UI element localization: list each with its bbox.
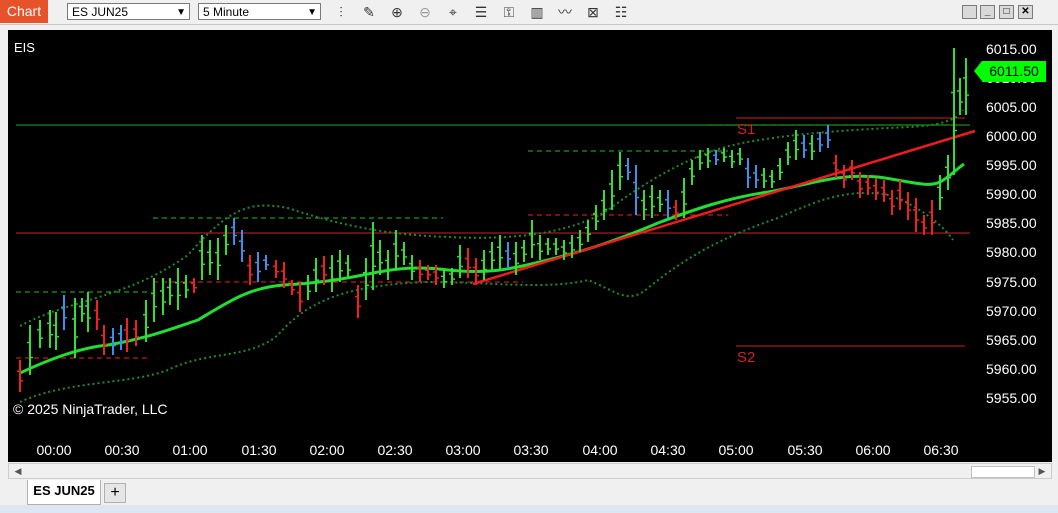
- time-tick: 01:00: [172, 442, 208, 458]
- instrument-value: ES JUN25: [72, 5, 129, 19]
- trend-icon[interactable]: 〰: [556, 3, 574, 21]
- price-tick: 5955.00: [986, 390, 1037, 406]
- price-tick: 5960.00: [986, 361, 1037, 377]
- time-tick: 02:00: [309, 442, 345, 458]
- price-chart-canvas: [16, 48, 976, 403]
- upper-band: [19, 109, 964, 327]
- price-tick: 5965.00: [986, 332, 1037, 348]
- chart-trader-icon[interactable]: ☷: [612, 3, 630, 21]
- restore-button[interactable]: [962, 5, 977, 19]
- add-tab-button[interactable]: +: [104, 483, 126, 503]
- status-strip: [0, 505, 1058, 513]
- time-tick: 02:30: [377, 442, 413, 458]
- time-tick: 01:30: [241, 442, 277, 458]
- time-tick: 05:00: [718, 442, 754, 458]
- price-tick: 5995.00: [986, 157, 1037, 173]
- maximize-button[interactable]: □: [999, 5, 1014, 19]
- time-tick: 03:30: [513, 442, 549, 458]
- price-tick: 5990.00: [986, 186, 1037, 202]
- price-tick: 5970.00: [986, 303, 1037, 319]
- zoom-out-icon[interactable]: ⊖: [416, 3, 434, 21]
- lower-band: [19, 191, 954, 403]
- minimize-button[interactable]: _: [980, 5, 995, 19]
- pencil-draw-icon[interactable]: ✎: [360, 3, 378, 21]
- price-bars: [17, 48, 969, 392]
- strategies-icon[interactable]: ▥: [528, 3, 546, 21]
- scroll-left-icon[interactable]: ◀: [11, 465, 25, 477]
- copyright-text: © 2025 NinjaTrader, LLC: [13, 401, 168, 417]
- interval-value: 5 Minute: [203, 5, 250, 19]
- horizontal-scrollbar[interactable]: ◀ ▶: [8, 463, 1052, 479]
- instrument-label: EIS: [14, 40, 35, 55]
- properties-icon[interactable]: ☰: [472, 3, 490, 21]
- scrollbar-thumb[interactable]: [971, 466, 1035, 478]
- crosshair-icon[interactable]: ⌖: [444, 3, 462, 21]
- price-tick: 6005.00: [986, 99, 1037, 115]
- s2-label: S2: [737, 349, 756, 366]
- time-tick: 00:30: [104, 442, 140, 458]
- indicators-icon[interactable]: ⚿: [500, 3, 518, 21]
- chevron-down-icon: ▼: [307, 7, 317, 18]
- templates-icon[interactable]: ⊠: [584, 3, 602, 21]
- price-tick: 6000.00: [986, 128, 1037, 144]
- time-tick: 06:30: [923, 442, 959, 458]
- scroll-right-icon[interactable]: ▶: [1035, 465, 1049, 477]
- price-tick: 5980.00: [986, 244, 1037, 260]
- bar-type-icon[interactable]: ⫶: [332, 3, 350, 21]
- time-tick: 04:30: [650, 442, 686, 458]
- s1-label: S1: [737, 121, 756, 138]
- price-tick: 5985.00: [986, 215, 1037, 231]
- instrument-selector[interactable]: ES JUN25 ▼: [67, 3, 190, 20]
- time-tick: 00:00: [36, 442, 72, 458]
- time-tick: 03:00: [445, 442, 481, 458]
- last-price-marker: 6011.50: [974, 61, 1046, 82]
- chart-menu-button[interactable]: Chart: [0, 0, 48, 23]
- chevron-down-icon: ▼: [176, 7, 186, 18]
- interval-selector[interactable]: 5 Minute ▼: [198, 3, 321, 20]
- tab-es-jun25[interactable]: ES JUN25: [27, 480, 101, 505]
- time-tick: 04:00: [582, 442, 618, 458]
- time-tick: 06:00: [855, 442, 891, 458]
- price-tick: 6015.00: [986, 41, 1037, 57]
- close-button[interactable]: ✕: [1018, 5, 1033, 19]
- price-tick: 5975.00: [986, 274, 1037, 290]
- toolbar: Chart ES JUN25 ▼ 5 Minute ▼ ⫶ ✎ ⊕ ⊖ ⌖ ☰ …: [0, 0, 1058, 25]
- zoom-in-icon[interactable]: ⊕: [388, 3, 406, 21]
- time-tick: 05:30: [787, 442, 823, 458]
- chart-panel[interactable]: EIS © 2025 NinjaTrader, LLC S1 S2 6015.0…: [8, 30, 1052, 462]
